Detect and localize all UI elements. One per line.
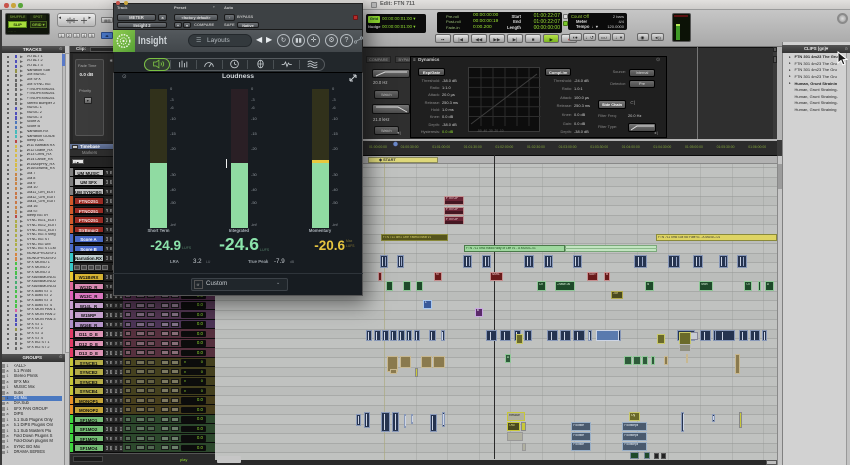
svg-text:-50 -40 -30 -20 -10: -50 -40 -30 -20 -10 [477,129,504,133]
